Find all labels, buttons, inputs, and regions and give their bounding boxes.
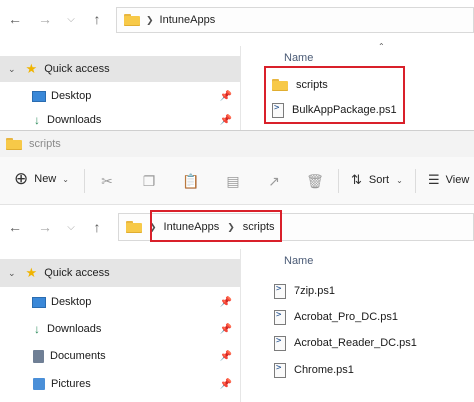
pictures-icon xyxy=(33,378,45,390)
file-row-chrome[interactable]: Chrome.ps1 xyxy=(274,359,354,381)
sidebar-item-desktop[interactable]: Desktop 📌 xyxy=(0,288,240,316)
chevron-down-icon[interactable]: ⌄ xyxy=(8,64,16,75)
sidebar-label: Desktop xyxy=(51,90,92,102)
folder-icon xyxy=(6,138,22,150)
desktop-icon xyxy=(32,90,46,102)
breadcrumb-intuneapps[interactable]: IntuneApps xyxy=(160,14,216,26)
column-name-header[interactable]: Name xyxy=(284,255,313,267)
sidebar-label: Documents xyxy=(50,350,106,362)
delete-icon[interactable]: 🗑 xyxy=(304,170,326,192)
sidebar-label: Desktop xyxy=(51,296,92,308)
sort-label: Sort xyxy=(368,174,390,186)
highlight-box-breadcrumb xyxy=(150,210,282,242)
sidebar-label: Downloads xyxy=(47,323,102,335)
copy-icon[interactable]: ❐ xyxy=(138,170,160,192)
documents-icon xyxy=(33,349,44,363)
sidebar-label: Pictures xyxy=(51,378,91,390)
file-name: Chrome.ps1 xyxy=(294,364,354,376)
chevron-right-icon[interactable]: ❯ xyxy=(146,15,154,26)
pane-divider[interactable] xyxy=(240,249,241,402)
ps1-file-icon xyxy=(274,335,286,351)
sidebar-label: Quick access xyxy=(44,267,110,279)
star-icon: ★ xyxy=(25,61,38,76)
file-name: Acrobat_Pro_DC.ps1 xyxy=(294,311,398,323)
view-button[interactable]: ☰ View xyxy=(428,172,474,188)
chevron-down-icon: ⌄ xyxy=(62,174,69,184)
sort-button[interactable]: ⇅ Sort ⌄ xyxy=(351,172,403,188)
scripts-window: scripts ⊕ New ⌄ ✂ ❐ 📋 ▤ ↗ 🗑 ⇅ Sort ⌄ ☰ V… xyxy=(0,130,474,402)
toolbar-separator xyxy=(415,169,416,193)
window-title: scripts xyxy=(29,138,61,150)
sort-icon: ⇅ xyxy=(351,172,362,187)
new-label: New xyxy=(34,173,57,185)
ps1-file-icon xyxy=(274,362,286,378)
pin-icon: 📌 xyxy=(219,296,232,308)
top-address-bar[interactable]: ❯ IntuneApps xyxy=(116,7,474,33)
pin-icon: 📌 xyxy=(219,378,232,390)
column-name-label[interactable]: Name xyxy=(284,52,313,64)
pane-divider[interactable] xyxy=(240,46,241,130)
recent-dropdown-icon[interactable]: ⌵ xyxy=(60,216,82,238)
file-row-acrobat-pro[interactable]: Acrobat_Pro_DC.ps1 xyxy=(274,306,398,328)
new-button[interactable]: ⊕ New ⌄ xyxy=(14,169,69,188)
title-bar[interactable]: scripts xyxy=(0,131,474,157)
cut-icon[interactable]: ✂ xyxy=(96,170,118,192)
sidebar-quick-access[interactable]: ⌄ ★ Quick access xyxy=(0,259,240,287)
chevron-down-icon: ⌄ xyxy=(396,175,403,185)
up-icon[interactable]: ↑ xyxy=(86,216,108,238)
pin-icon: 📌 xyxy=(219,350,232,362)
sidebar-item-documents[interactable]: Documents 📌 xyxy=(0,342,240,370)
command-bar: ⊕ New ⌄ ✂ ❐ 📋 ▤ ↗ 🗑 ⇅ Sort ⌄ ☰ View xyxy=(0,157,474,205)
plus-icon: ⊕ xyxy=(14,169,29,188)
rename-icon[interactable]: ▤ xyxy=(222,170,244,192)
pin-icon: 📌 xyxy=(219,90,232,102)
forward-icon[interactable]: → xyxy=(34,8,56,30)
up-icon[interactable]: ↑ xyxy=(86,8,108,30)
share-icon[interactable]: ↗ xyxy=(263,170,285,192)
pin-icon: 📌 xyxy=(219,114,232,126)
sidebar-item-pictures[interactable]: Pictures 📌 xyxy=(0,370,240,398)
sidebar-label: Downloads xyxy=(47,114,102,126)
star-icon: ★ xyxy=(25,265,38,280)
file-name: Acrobat_Reader_DC.ps1 xyxy=(294,337,417,349)
paste-icon[interactable]: 📋 xyxy=(180,170,202,192)
file-name: 7zip.ps1 xyxy=(294,285,335,297)
toolbar-separator xyxy=(338,169,339,193)
download-icon: ↓ xyxy=(34,113,40,127)
back-icon[interactable]: ← xyxy=(4,8,26,30)
sidebar-label: Quick access xyxy=(44,63,110,75)
chevron-down-icon[interactable]: ⌄ xyxy=(8,268,16,279)
recent-dropdown-icon[interactable]: ⌵ xyxy=(60,8,82,30)
nav-buttons: ← → ⌵ ↑ xyxy=(4,216,108,238)
ps1-file-icon xyxy=(274,309,286,325)
highlight-box-top xyxy=(264,66,405,124)
sort-ascending-icon: ⌃ xyxy=(378,42,385,51)
forward-icon[interactable]: → xyxy=(34,216,56,238)
view-icon: ☰ xyxy=(428,172,440,187)
file-row-7zip[interactable]: 7zip.ps1 xyxy=(274,280,335,302)
top-nav-buttons: ← → ⌵ ↑ xyxy=(4,8,108,30)
pin-icon: 📌 xyxy=(219,323,232,335)
ps1-file-icon xyxy=(274,283,286,299)
download-icon: ↓ xyxy=(34,322,40,336)
view-label: View xyxy=(445,174,470,186)
sidebar-item-desktop[interactable]: Desktop 📌 xyxy=(0,82,240,110)
desktop-icon xyxy=(32,296,46,308)
sidebar-item-downloads[interactable]: ↓ Downloads 📌 xyxy=(0,110,240,130)
toolbar-separator xyxy=(84,169,85,193)
folder-icon xyxy=(126,221,142,233)
folder-icon xyxy=(124,14,140,26)
sidebar-quick-access[interactable]: ⌄ ★ Quick access xyxy=(0,56,240,82)
file-row-acrobat-reader[interactable]: Acrobat_Reader_DC.ps1 xyxy=(274,332,417,354)
back-icon[interactable]: ← xyxy=(4,216,26,238)
sidebar-item-downloads[interactable]: ↓ Downloads 📌 xyxy=(0,315,240,343)
